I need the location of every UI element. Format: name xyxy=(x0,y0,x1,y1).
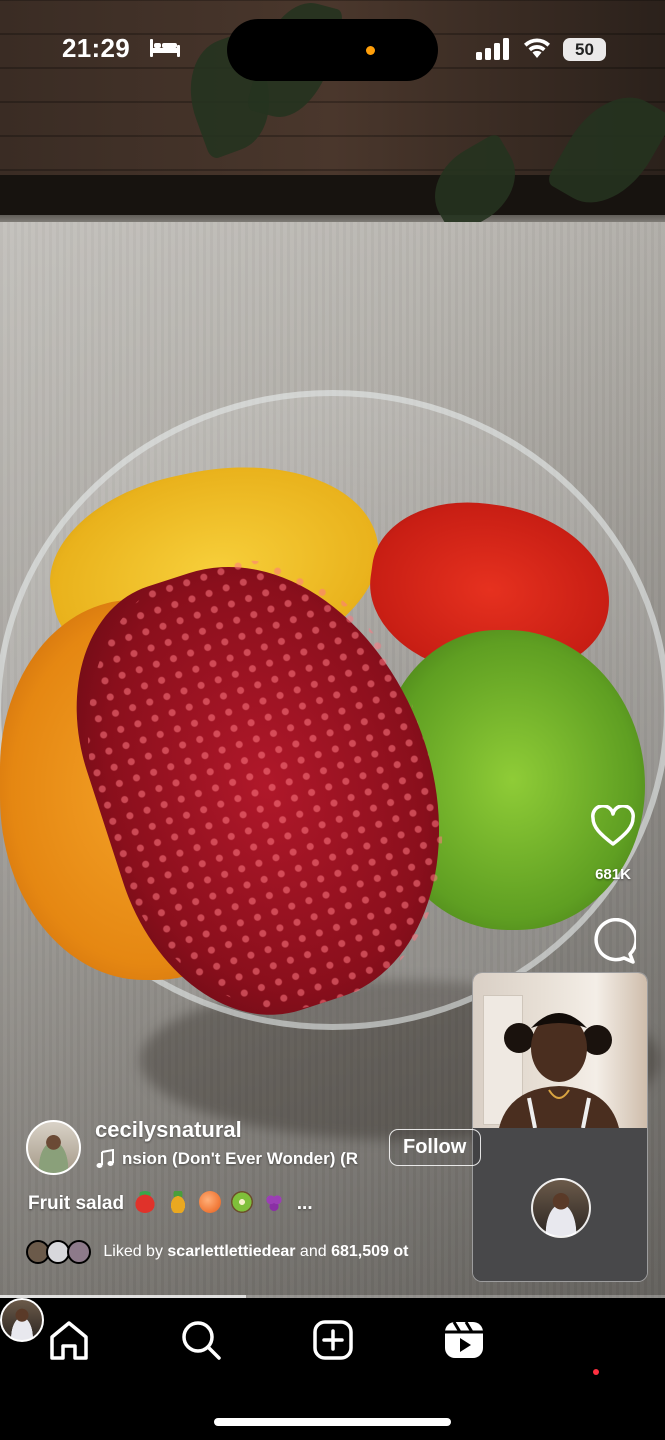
kiwi-emoji-icon xyxy=(231,1191,254,1213)
author-avatar[interactable] xyxy=(26,1120,81,1175)
music-title[interactable]: nsion (Don't Ever Wonder) (R xyxy=(122,1149,374,1169)
remote-video xyxy=(473,973,647,1128)
music-note-icon xyxy=(96,1149,114,1168)
liked-by-count[interactable]: 681,509 ot xyxy=(331,1243,408,1260)
caption-more[interactable]: ... xyxy=(297,1193,313,1214)
search-icon[interactable] xyxy=(179,1318,223,1362)
author-username[interactable]: cecilysnatural xyxy=(95,1117,242,1143)
liked-by-text: Liked by scarlettlettiedear and 681,509 … xyxy=(103,1243,409,1260)
liker-avatar xyxy=(66,1240,91,1264)
bed-icon xyxy=(150,39,180,57)
follow-button[interactable]: Follow xyxy=(389,1129,481,1166)
grapes-emoji-icon xyxy=(263,1191,286,1213)
home-icon[interactable] xyxy=(47,1318,91,1362)
like-count: 681K xyxy=(595,866,631,883)
liked-by-user[interactable]: scarlettlettiedear xyxy=(167,1243,295,1260)
create-icon[interactable] xyxy=(311,1318,355,1362)
status-time: 21:29 xyxy=(62,33,130,63)
tab-bar xyxy=(0,1298,665,1440)
local-avatar xyxy=(531,1178,591,1238)
status-bar: 21:29 50 xyxy=(0,0,665,100)
caption-text: Fruit salad xyxy=(28,1193,125,1214)
signal-icon xyxy=(476,38,509,60)
home-indicator[interactable] xyxy=(214,1418,451,1426)
pineapple-emoji-icon xyxy=(166,1191,189,1213)
battery-icon: 50 xyxy=(563,38,606,61)
peach-emoji-icon xyxy=(198,1191,221,1213)
comment-icon[interactable] xyxy=(590,918,636,964)
wifi-icon xyxy=(524,38,550,58)
heart-icon[interactable] xyxy=(590,805,636,847)
privacy-indicator-dot xyxy=(366,46,375,55)
facetime-pip[interactable] xyxy=(472,972,648,1282)
profile-avatar[interactable] xyxy=(0,1298,44,1342)
dynamic-island xyxy=(227,19,438,81)
remote-caller xyxy=(499,1013,619,1128)
notification-dot xyxy=(593,1369,599,1375)
liked-by-row[interactable]: Liked by scarlettlettiedear and 681,509 … xyxy=(26,1240,472,1266)
strawberry-emoji-icon xyxy=(134,1191,157,1213)
reels-icon[interactable] xyxy=(442,1318,486,1362)
caption[interactable]: Fruit salad ... xyxy=(28,1191,313,1215)
